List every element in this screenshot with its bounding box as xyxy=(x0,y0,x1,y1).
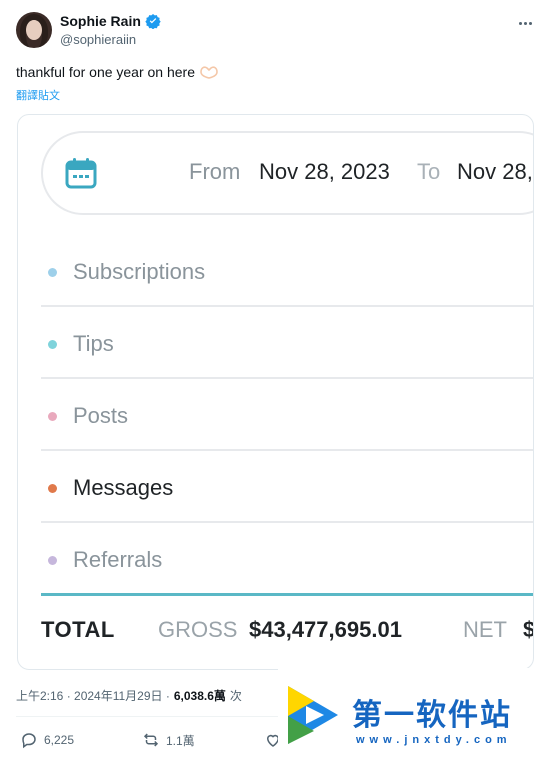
author-display-name[interactable]: Sophie Rain xyxy=(60,13,141,29)
category-row-messages: Messages xyxy=(41,451,533,523)
site-watermark: 第一软件站 www.jnxtdy.com xyxy=(278,668,550,763)
calendar-icon xyxy=(64,156,98,190)
gross-label: GROSS xyxy=(158,617,238,642)
category-row-posts: Posts xyxy=(41,379,533,451)
category-dot xyxy=(48,412,57,421)
tweet-header: Sophie Rain @sophieraiin xyxy=(16,12,534,52)
watermark-logo-icon xyxy=(288,686,338,744)
author-handle[interactable]: @sophieraiin xyxy=(60,32,136,47)
media-image-card[interactable]: From Nov 28, 2023 To Nov 28, Subscriptio… xyxy=(17,114,534,670)
from-label: From xyxy=(189,159,241,184)
repost-icon xyxy=(143,733,159,747)
category-dot xyxy=(48,340,57,349)
translate-post-link[interactable]: 翻譯貼文 xyxy=(16,87,60,103)
category-label: Tips xyxy=(73,331,114,356)
category-label: Posts xyxy=(73,403,129,428)
avatar[interactable] xyxy=(16,12,52,48)
category-row-tips: Tips xyxy=(41,307,533,379)
total-label: TOTAL xyxy=(41,617,115,642)
repost-button[interactable]: 1.1萬 xyxy=(142,731,195,749)
tweet-meta: 上午2:16 · 2024年11月29日 · 6,038.6萬 次 xyxy=(16,687,242,704)
category-dot xyxy=(48,268,57,277)
gross-value: $43,477,695.01 xyxy=(249,617,402,642)
category-row-subscriptions: Subscriptions xyxy=(41,235,533,307)
verified-badge-icon xyxy=(145,13,161,30)
reply-count: 6,225 xyxy=(44,733,75,747)
author-name-row[interactable]: Sophie Rain xyxy=(60,12,161,30)
total-divider xyxy=(41,593,533,596)
category-label: Referrals xyxy=(73,547,163,572)
category-dot xyxy=(48,484,57,493)
watermark-url: www.jnxtdy.com xyxy=(356,734,512,746)
tweet-body: thankful for one year on here xyxy=(16,64,196,80)
from-date: Nov 28, 2023 xyxy=(259,159,390,184)
view-count: 6,038.6萬 xyxy=(173,689,226,703)
to-date: Nov 28, xyxy=(457,159,533,184)
reply-icon xyxy=(22,733,36,749)
category-row-referrals: Referrals xyxy=(41,523,533,595)
net-value: $ xyxy=(523,617,533,643)
heart-hands-emoji-icon xyxy=(199,65,219,79)
total-row: TOTAL GROSS $43,477,695.01 NET $ xyxy=(41,615,533,645)
repost-count: 1.1萬 xyxy=(166,733,195,748)
to-label: To xyxy=(417,159,441,184)
reply-button[interactable]: 6,225 xyxy=(20,731,74,749)
more-options-icon[interactable] xyxy=(516,14,534,32)
date-range-pill: From Nov 28, 2023 To Nov 28, xyxy=(41,131,533,215)
category-label: Messages xyxy=(73,475,174,500)
category-label: Subscriptions xyxy=(73,259,206,284)
category-dot xyxy=(48,556,57,565)
view-suffix: 次 xyxy=(229,689,242,703)
watermark-title: 第一软件站 xyxy=(352,698,512,733)
tweet-timestamp[interactable]: 上午2:16 · 2024年11月29日 · xyxy=(16,687,170,704)
tweet-text: thankful for one year on here xyxy=(16,64,219,80)
net-label: NET xyxy=(463,617,507,642)
